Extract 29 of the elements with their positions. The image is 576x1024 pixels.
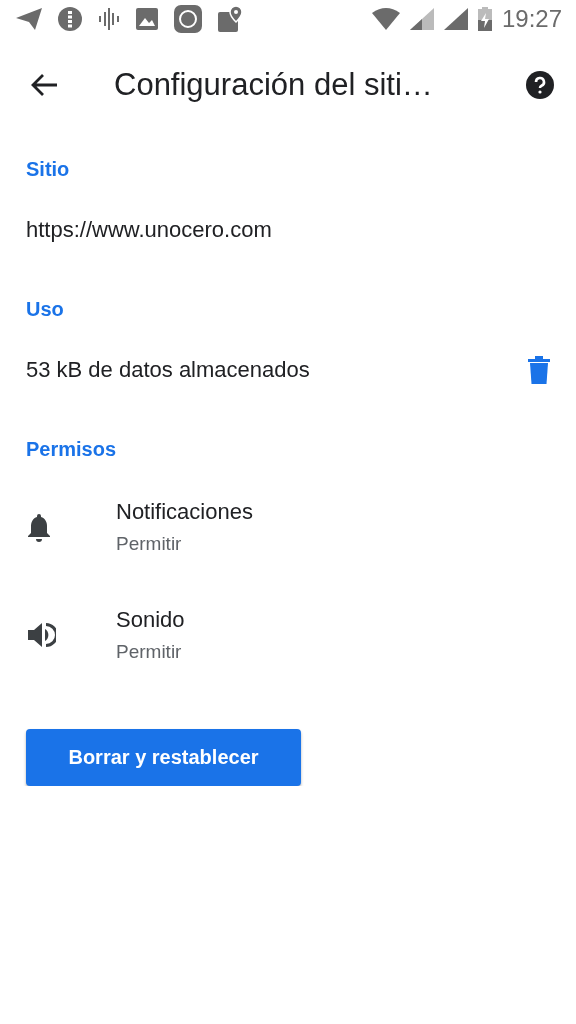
permission-value: Permitir xyxy=(116,641,183,663)
wifi-icon xyxy=(371,8,400,30)
permission-item[interactable]: Notificaciones Permitir xyxy=(0,468,576,585)
bell-icon xyxy=(26,511,52,542)
signal-icon xyxy=(409,8,434,30)
help-button[interactable] xyxy=(526,71,554,99)
speaker-icon xyxy=(26,620,56,650)
delete-button[interactable] xyxy=(528,356,550,384)
page-title: Configuración del siti… xyxy=(114,67,434,103)
battery-icon xyxy=(477,7,492,31)
back-button[interactable] xyxy=(30,73,58,97)
map-pin-icon xyxy=(218,6,244,32)
signal-icon xyxy=(443,8,468,30)
reset-button[interactable]: Borrar y restablecer xyxy=(26,729,301,786)
dotted-circle-icon xyxy=(58,7,82,31)
section-heading: Uso xyxy=(25,297,65,322)
ring-app-icon xyxy=(174,5,202,33)
audio-wave-icon xyxy=(98,8,120,30)
permission-value: Permitir xyxy=(116,532,183,555)
permission-name: Sonido xyxy=(116,607,185,633)
site-url: https://www.unocero.com xyxy=(26,217,273,243)
section-heading: Permisos xyxy=(25,437,118,462)
permission-item[interactable]: Sonido Permitir xyxy=(0,585,576,685)
clock: 19:27 xyxy=(501,5,562,33)
permission-name: Notificaciones xyxy=(116,498,253,525)
paper-plane-icon xyxy=(16,8,42,30)
storage-usage: 53 kB de datos almacenados xyxy=(26,357,311,383)
image-icon xyxy=(136,8,158,30)
section-heading: Sitio xyxy=(25,157,71,182)
